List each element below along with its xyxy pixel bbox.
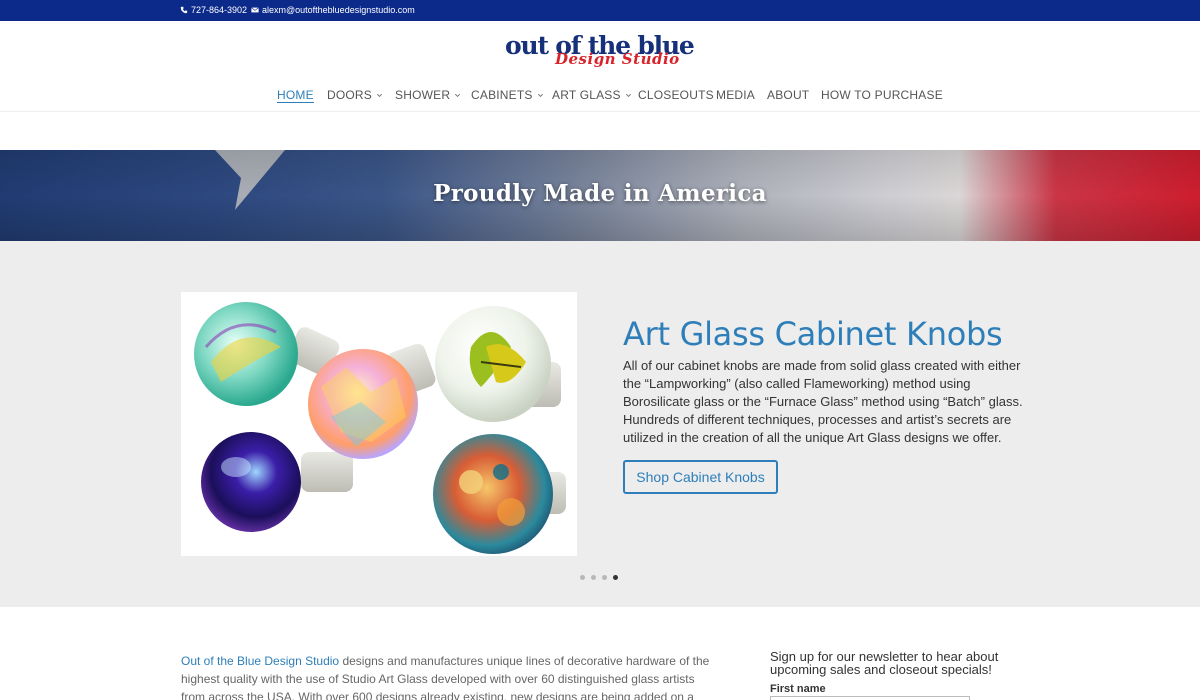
nav-item-shower[interactable]: SHOWER	[395, 88, 461, 102]
nav-item-cabinets[interactable]: CABINETS	[471, 88, 544, 102]
email-link[interactable]: alexm@outofthebluedesignstudio.com	[251, 5, 415, 15]
hero-banner: Proudly Made in America	[0, 150, 1200, 241]
slide-description: All of our cabinet knobs are made from s…	[623, 358, 1023, 445]
nav-item-closeouts[interactable]: CLOSEOUTS	[638, 88, 714, 102]
intro-paragraph: Out of the Blue Design Studio designs an…	[181, 652, 721, 700]
first-name-input[interactable]	[770, 696, 970, 700]
newsletter-signup: Sign up for our newsletter to hear about…	[770, 650, 1010, 700]
chevron-down-icon	[455, 93, 461, 97]
logo-line-2: Design Studio	[555, 50, 680, 68]
nav-item-home[interactable]: HOME	[277, 88, 314, 103]
site-header: out of the blue Design Studio HOME DOORS…	[0, 21, 1200, 112]
nav-item-doors[interactable]: DOORS	[327, 88, 383, 102]
nav-label: SHOWER	[395, 88, 451, 102]
nav-item-art-glass[interactable]: ART GLASS	[552, 88, 632, 102]
brand-link[interactable]: Out of the Blue Design Studio	[181, 654, 339, 668]
nav-label: ABOUT	[767, 88, 810, 102]
nav-label: HOW TO PURCHASE	[821, 88, 943, 102]
nav-item-about[interactable]: ABOUT	[767, 88, 809, 102]
chevron-down-icon	[537, 93, 543, 97]
envelope-icon	[251, 7, 259, 13]
slider-dot-3[interactable]	[602, 575, 607, 580]
site-logo[interactable]: out of the blue Design Studio	[505, 31, 697, 75]
cabinet-knobs-image	[181, 292, 577, 556]
nav-label: CLOSEOUTS	[638, 88, 714, 102]
nav-item-how-to-purchase[interactable]: HOW TO PURCHASE	[821, 88, 943, 102]
top-bar: 727-864-3902 alexm@outofthebluedesignstu…	[0, 0, 1200, 21]
first-name-label: First name	[770, 683, 826, 695]
email-text: alexm@outofthebluedesignstudio.com	[262, 5, 415, 15]
nav-label: MEDIA	[716, 88, 756, 102]
slider-dot-1[interactable]	[580, 575, 585, 580]
chevron-down-icon	[625, 93, 631, 97]
slider-dot-2[interactable]	[591, 575, 596, 580]
banner-title: Proudly Made in America	[433, 180, 767, 207]
newsletter-title: Sign up for our newsletter to hear about…	[770, 649, 999, 677]
nav-label: CABINETS	[471, 88, 533, 102]
knobs-illustration	[194, 302, 566, 554]
phone-icon	[180, 6, 188, 14]
slider-pagination	[580, 575, 618, 580]
phone-text: 727-864-3902	[191, 5, 248, 15]
shop-cabinet-knobs-button[interactable]: Shop Cabinet Knobs	[623, 460, 778, 494]
nav-label: DOORS	[327, 88, 373, 102]
nav-label: HOME	[277, 88, 314, 103]
nav-item-media[interactable]: MEDIA	[716, 88, 755, 102]
slide-title: Art Glass Cabinet Knobs	[623, 315, 1003, 353]
chevron-down-icon	[377, 93, 383, 97]
nav-label: ART GLASS	[552, 88, 621, 102]
slider-dot-4[interactable]	[613, 575, 618, 580]
phone-link[interactable]: 727-864-3902	[180, 5, 247, 15]
main-navigation: HOME DOORS SHOWER CABINETS ART GLASS CLO…	[0, 88, 1200, 108]
hero-slider: Art Glass Cabinet Knobs All of our cabin…	[0, 241, 1200, 607]
